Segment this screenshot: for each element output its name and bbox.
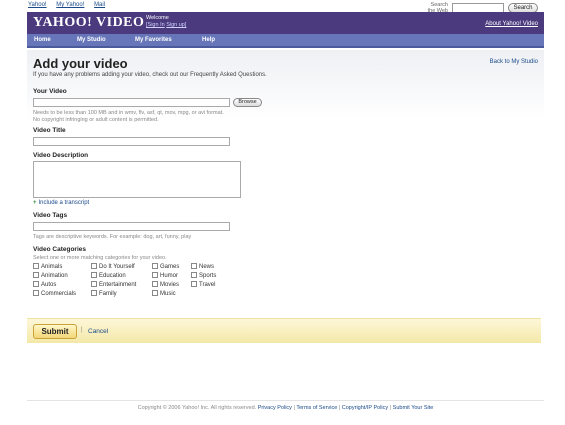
- title-label: Video Title: [33, 127, 66, 134]
- category-commercials[interactable]: Commercials: [33, 290, 76, 298]
- yahoo-link[interactable]: Yahoo!: [28, 2, 47, 8]
- copyright-ip-link[interactable]: Copyright/IP Policy: [342, 405, 388, 411]
- checkbox[interactable]: [91, 272, 97, 279]
- title-input[interactable]: [33, 137, 230, 146]
- browse-button[interactable]: Browse: [233, 98, 262, 107]
- tags-label: Video Tags: [33, 212, 68, 219]
- separator: |: [81, 327, 83, 333]
- back-to-studio-link[interactable]: Back to My Studio: [490, 59, 538, 65]
- cancel-link[interactable]: Cancel: [88, 328, 108, 335]
- category-sports[interactable]: Sports: [191, 272, 216, 280]
- menu-home[interactable]: Home: [34, 37, 51, 43]
- copyright-text: Copyright © 2006 Yahoo! Inc. All rights …: [137, 405, 257, 411]
- category-travel[interactable]: Travel: [191, 281, 215, 289]
- page-subtitle: If you have any problems adding your vid…: [33, 72, 267, 78]
- menu-my-favorites[interactable]: My Favorites: [135, 37, 172, 43]
- top-nav: Yahoo! My Yahoo! Mail: [28, 2, 113, 8]
- form-panel: Add your video If you have any problems …: [27, 50, 544, 320]
- category-family[interactable]: Family: [91, 290, 117, 298]
- main-menu: Home My Studio My Favorites Help: [27, 34, 544, 48]
- checkbox[interactable]: [152, 290, 158, 297]
- checkbox[interactable]: [33, 290, 39, 297]
- welcome-block: Welcome [Sign In Sign up]: [146, 15, 187, 28]
- sign-up-link[interactable]: Sign up]: [166, 22, 186, 28]
- tags-input[interactable]: [33, 222, 230, 231]
- category-education[interactable]: Education: [91, 272, 126, 280]
- privacy-policy-link[interactable]: Privacy Policy: [258, 405, 292, 411]
- checkbox[interactable]: [33, 272, 39, 279]
- category-movies[interactable]: Movies: [152, 281, 179, 289]
- category-animals[interactable]: Animals: [33, 263, 62, 271]
- menu-my-studio[interactable]: My Studio: [77, 37, 106, 43]
- category-autos[interactable]: Autos: [33, 281, 56, 289]
- categories-label: Video Categories: [33, 246, 86, 253]
- description-textarea[interactable]: [33, 161, 241, 198]
- submit-site-link[interactable]: Submit Your Site: [393, 405, 434, 411]
- yahoo-video-logo[interactable]: YAHOO! VIDEO: [33, 15, 144, 31]
- description-label: Video Description: [33, 152, 89, 159]
- category-entertainment[interactable]: Entertainment: [91, 281, 136, 289]
- video-label: Your Video: [33, 88, 67, 95]
- sign-in-link[interactable]: [Sign In: [146, 22, 165, 28]
- checkbox[interactable]: [191, 272, 197, 279]
- video-file-input[interactable]: [33, 98, 230, 107]
- category-music[interactable]: Music: [152, 290, 176, 298]
- category-news[interactable]: News: [191, 263, 214, 271]
- page-title: Add your video: [33, 56, 128, 71]
- category-humor[interactable]: Humor: [152, 272, 178, 280]
- checkbox[interactable]: [191, 263, 197, 270]
- tags-hint: Tags are descriptive keywords. For examp…: [33, 234, 192, 240]
- include-transcript-link[interactable]: + Include a transcript: [33, 200, 89, 206]
- checkbox[interactable]: [91, 263, 97, 270]
- submit-button[interactable]: Submit: [33, 324, 77, 339]
- terms-link[interactable]: Terms of Service: [296, 405, 337, 411]
- category-do-it-yourself[interactable]: Do It Yourself: [91, 263, 135, 271]
- checkbox[interactable]: [33, 263, 39, 270]
- mail-link[interactable]: Mail: [94, 2, 105, 8]
- checkbox[interactable]: [91, 290, 97, 297]
- plus-icon: +: [33, 200, 37, 206]
- checkbox[interactable]: [152, 272, 158, 279]
- checkbox[interactable]: [33, 281, 39, 288]
- video-hint: Needs to be less than 100 MB and in wmv,…: [33, 110, 224, 123]
- header-bar: YAHOO! VIDEO Welcome [Sign In Sign up] A…: [27, 12, 544, 34]
- my-yahoo-link[interactable]: My Yahoo!: [56, 2, 84, 8]
- category-games[interactable]: Games: [152, 263, 179, 271]
- menu-help[interactable]: Help: [202, 37, 215, 43]
- checkbox[interactable]: [191, 281, 197, 288]
- categories-hint: Select one or more matching categories f…: [33, 255, 167, 261]
- footer: Copyright © 2006 Yahoo! Inc. All rights …: [27, 400, 544, 411]
- action-bar: Submit | Cancel: [27, 318, 541, 343]
- checkbox[interactable]: [91, 281, 97, 288]
- checkbox[interactable]: [152, 281, 158, 288]
- category-animation[interactable]: Animation: [33, 272, 68, 280]
- checkbox[interactable]: [152, 263, 158, 270]
- about-link[interactable]: About Yahoo! Video: [485, 21, 538, 27]
